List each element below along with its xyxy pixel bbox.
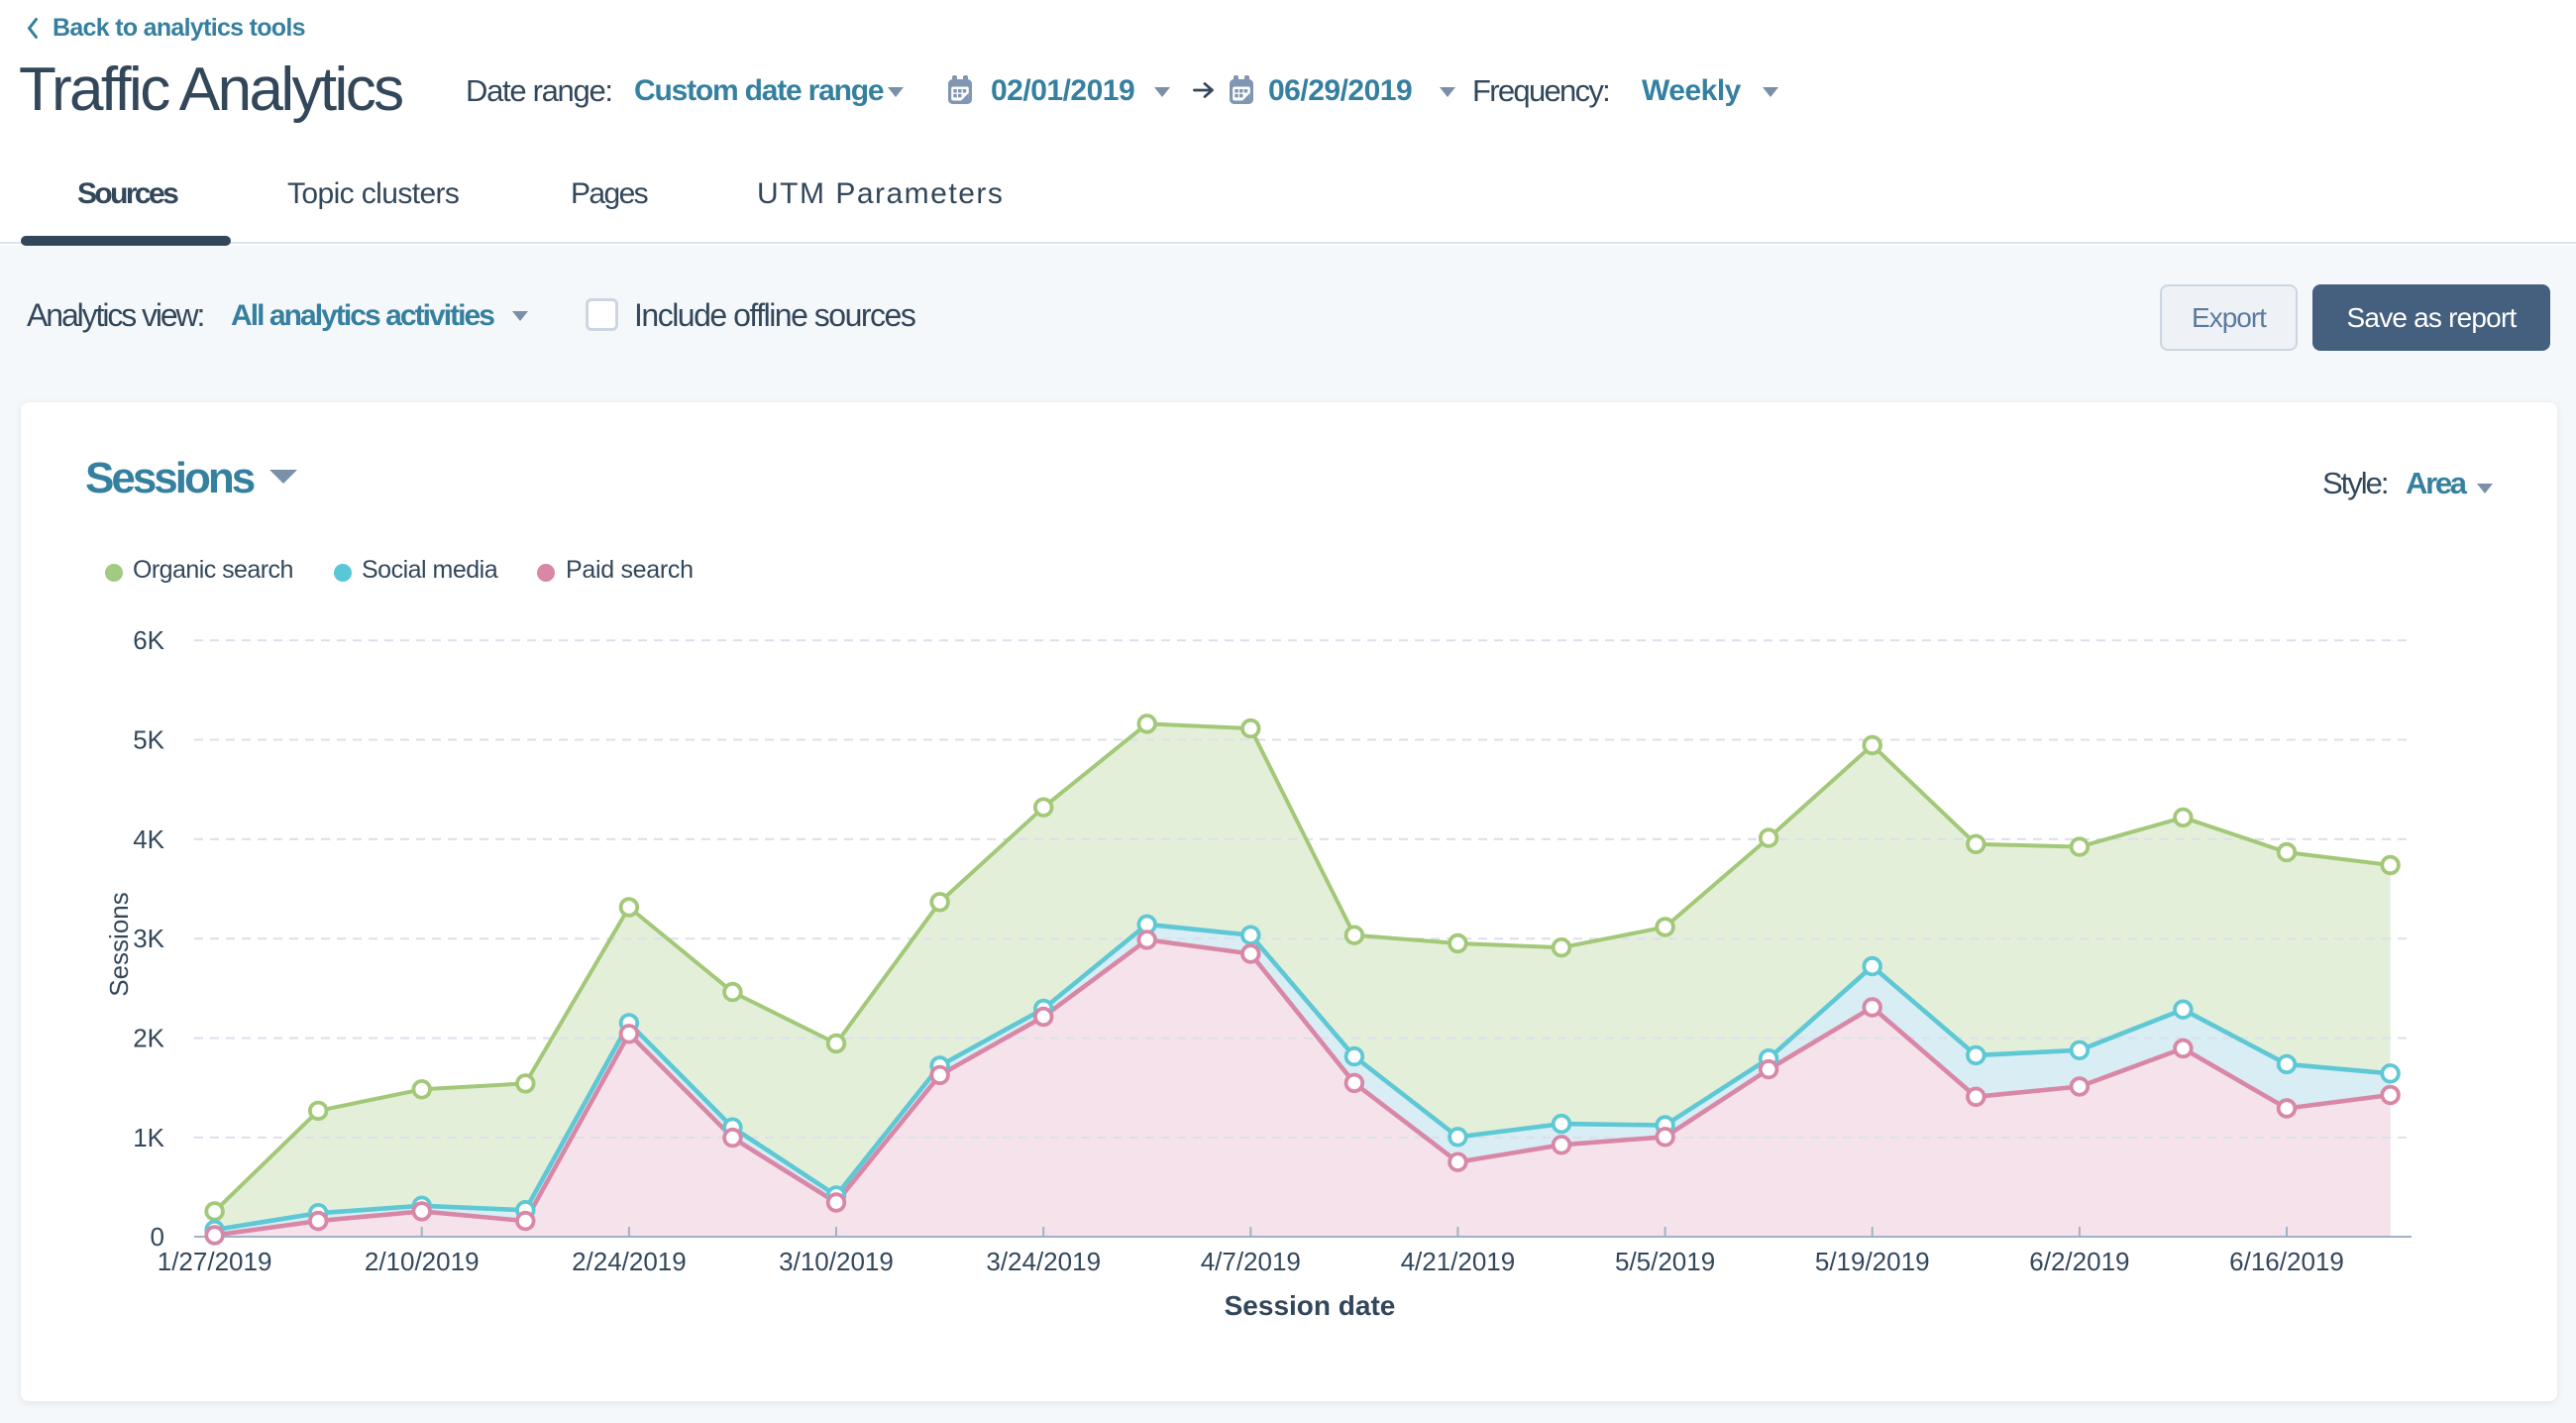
svg-text:Sessions: Sessions [104,892,134,997]
svg-text:2K: 2K [133,1024,164,1053]
svg-text:3/10/2019: 3/10/2019 [779,1247,894,1276]
svg-text:4/7/2019: 4/7/2019 [1201,1247,1301,1276]
svg-text:1/27/2019: 1/27/2019 [158,1247,272,1276]
svg-text:4/21/2019: 4/21/2019 [1401,1247,1516,1276]
svg-text:2/24/2019: 2/24/2019 [572,1247,687,1276]
svg-text:6/16/2019: 6/16/2019 [2229,1247,2344,1276]
svg-text:1K: 1K [133,1123,164,1152]
svg-text:6/2/2019: 6/2/2019 [2029,1247,2129,1276]
svg-text:6K: 6K [133,625,164,655]
svg-text:4K: 4K [133,824,164,854]
svg-text:3/24/2019: 3/24/2019 [986,1247,1101,1276]
svg-text:5/5/2019: 5/5/2019 [1615,1247,1715,1276]
svg-text:2/10/2019: 2/10/2019 [365,1247,480,1276]
svg-text:5K: 5K [133,725,164,755]
svg-text:5/19/2019: 5/19/2019 [1815,1247,1930,1276]
svg-text:3K: 3K [133,924,164,953]
svg-text:Session date: Session date [1225,1290,1396,1321]
